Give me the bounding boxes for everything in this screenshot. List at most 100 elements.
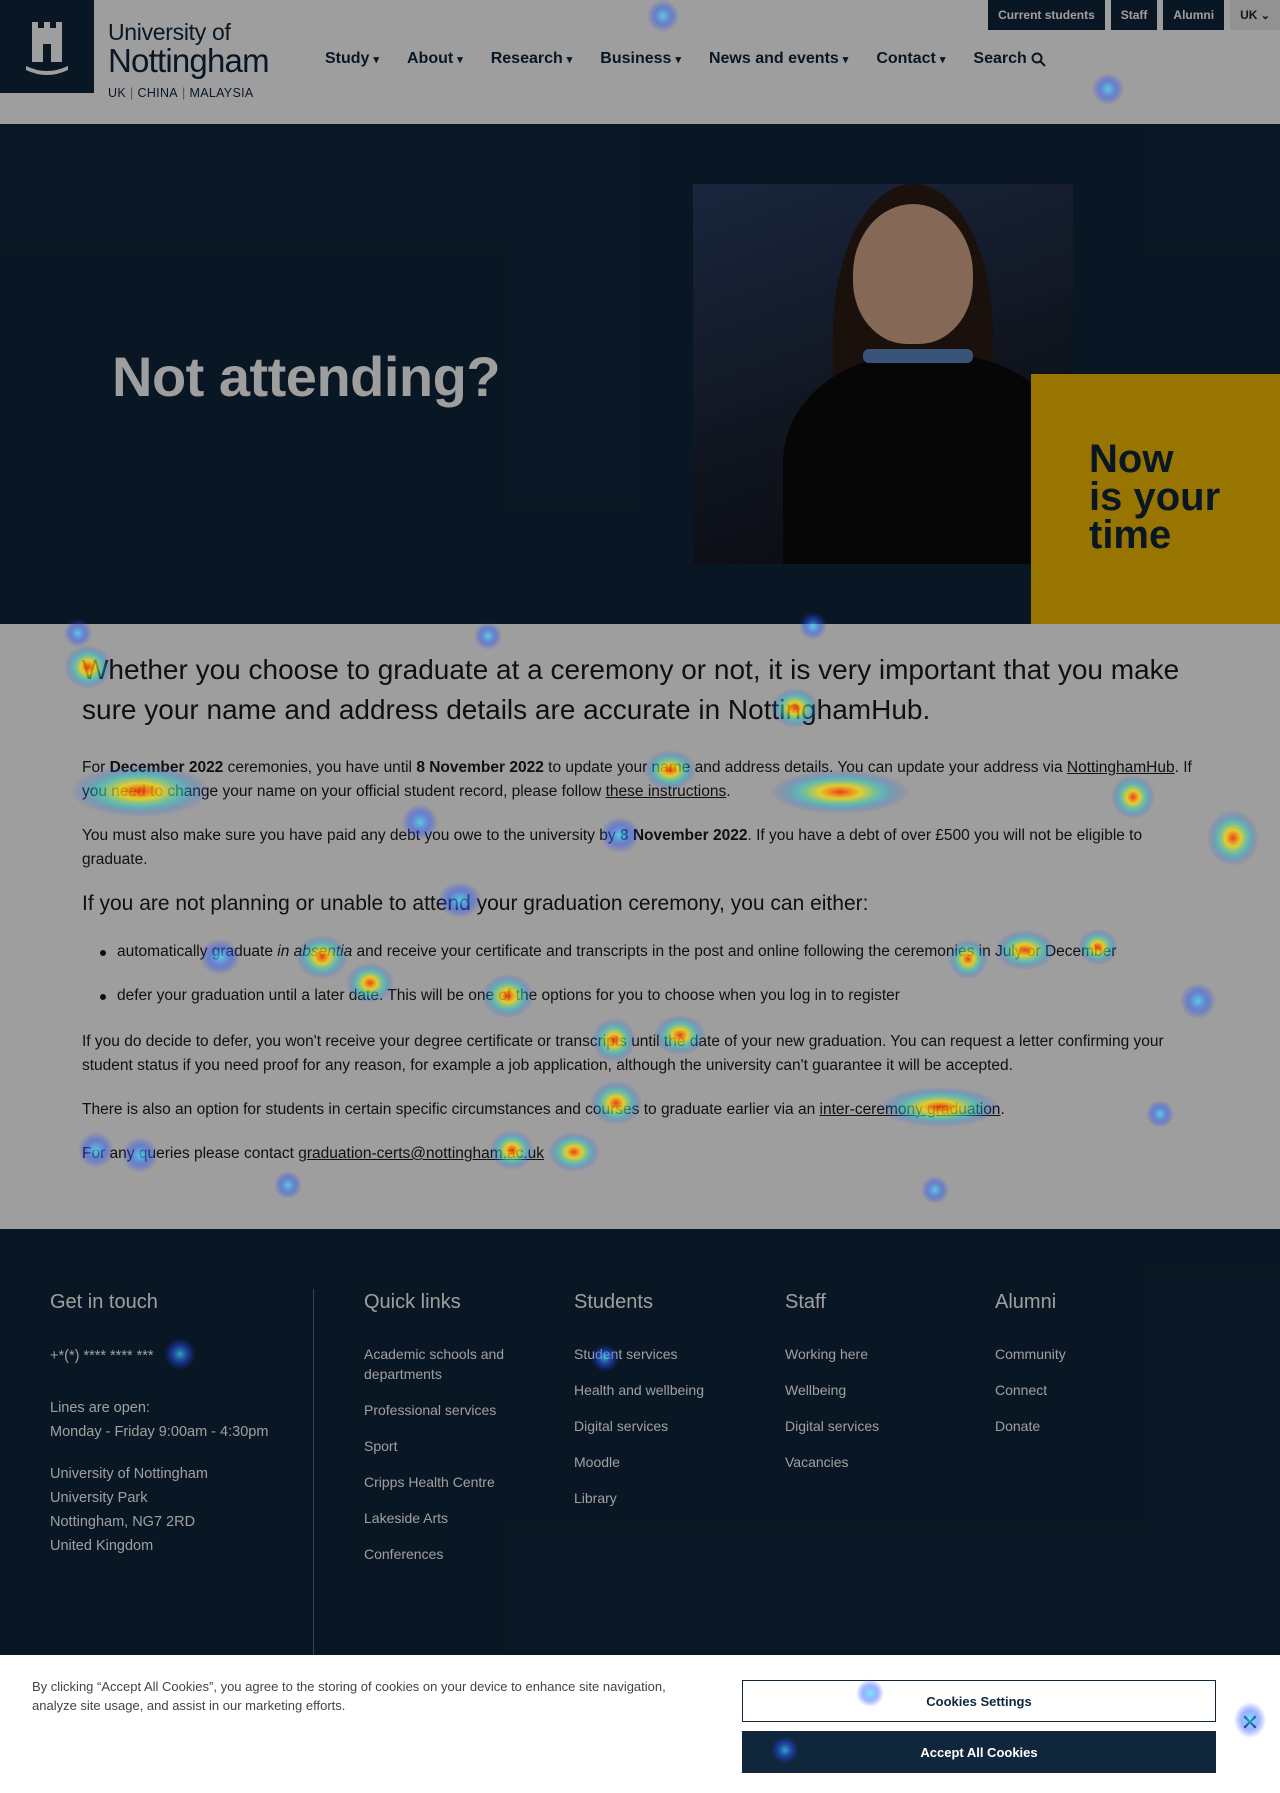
- footer-link[interactable]: Professional services: [364, 1400, 534, 1420]
- nav-label: Study: [325, 50, 370, 67]
- photo-face: [853, 204, 973, 344]
- university-wordmark[interactable]: University of Nottingham UK | CHINA | MALAYS…: [108, 19, 270, 100]
- campaign-slogan: Now is your time: [1089, 437, 1269, 557]
- footer-link[interactable]: Digital services: [785, 1416, 965, 1436]
- footer-divider: [313, 1289, 314, 1689]
- logo-campuses: UK | CHINA | MALAYSIA: [108, 86, 254, 100]
- footer-alumni: Alumni Community Connect Donate: [995, 1291, 1175, 1452]
- slogan-line-2: is your: [1089, 475, 1221, 519]
- campus-malaysia: MALAYSIA: [189, 86, 254, 100]
- footer-link[interactable]: Cripps Health Centre: [364, 1472, 534, 1492]
- footer-link[interactable]: Library: [574, 1488, 764, 1508]
- photo-hood: [863, 349, 973, 363]
- name-change-instructions-link[interactable]: these instructions: [606, 783, 727, 800]
- bold-text: 8 November 2022: [416, 759, 544, 776]
- photo-gown: [783, 354, 1073, 564]
- footer-heading: Quick links: [364, 1291, 461, 1313]
- footer-get-in-touch: Get in touch +*(*) **** **** *** Lines a…: [50, 1291, 290, 1558]
- footer-heading: Get in touch: [50, 1291, 158, 1313]
- footer-link[interactable]: Community: [995, 1344, 1175, 1364]
- inter-ceremony-link[interactable]: inter-ceremony graduation: [820, 1101, 1001, 1118]
- footer-link[interactable]: Student services: [574, 1344, 764, 1364]
- logo-line-1: University of: [108, 19, 231, 45]
- nav-contact[interactable]: Contact ▾: [876, 50, 945, 68]
- footer-link[interactable]: Moodle: [574, 1452, 764, 1472]
- alumni-link[interactable]: Alumni: [1163, 0, 1225, 30]
- footer-heading: Staff: [785, 1291, 826, 1313]
- nav-research[interactable]: Research ▾: [491, 50, 573, 68]
- footer-link[interactable]: Wellbeing: [785, 1380, 965, 1400]
- footer-heading: Alumni: [995, 1291, 1057, 1313]
- list-item: automatically graduate in absentia and r…: [82, 940, 1202, 964]
- inter-ceremony-paragraph: There is also an option for students in …: [82, 1098, 1202, 1122]
- chevron-down-icon: ▾: [939, 53, 946, 66]
- audience-topbar: Current students Staff Alumni UK ⌄: [988, 0, 1280, 30]
- campus-uk: UK: [108, 86, 126, 100]
- footer-link[interactable]: Sport: [364, 1436, 534, 1456]
- graduate-photo: [693, 184, 1073, 564]
- cookies-settings-button[interactable]: Cookies Settings: [742, 1680, 1216, 1722]
- address-line: United Kingdom: [50, 1538, 154, 1554]
- opening-hours: Monday - Friday 9:00am - 4:30pm: [50, 1424, 269, 1440]
- nav-search[interactable]: Search: [973, 50, 1046, 68]
- hero-banner: Not attending? Now is your time: [0, 124, 1280, 624]
- text: .: [726, 783, 731, 800]
- footer-quick-links: Quick links Academic schools and departm…: [364, 1291, 534, 1580]
- text: For: [82, 759, 110, 776]
- footer-heading: Students: [574, 1291, 653, 1313]
- accept-all-cookies-button[interactable]: Accept All Cookies: [742, 1731, 1216, 1773]
- queries-paragraph: For any queries please contact graduatio…: [82, 1142, 1202, 1166]
- bullet: [100, 950, 106, 956]
- footer-link[interactable]: Lakeside Arts: [364, 1508, 534, 1528]
- nav-study[interactable]: Study ▾: [325, 50, 379, 68]
- footer-link[interactable]: Health and wellbeing: [574, 1380, 764, 1400]
- footer-link[interactable]: Academic schools and departments: [364, 1344, 534, 1384]
- footer-link[interactable]: Digital services: [574, 1416, 764, 1436]
- text: ceremonies, you have until: [223, 759, 417, 776]
- nav-label: About: [406, 50, 454, 67]
- list-item: defer your graduation until a later date…: [82, 984, 1202, 1008]
- slogan-line-3: time: [1089, 513, 1172, 557]
- main-content: Whether you choose to graduate at a cere…: [0, 624, 1280, 1229]
- text: defer your graduation until a later date…: [117, 987, 900, 1004]
- staff-link[interactable]: Staff: [1110, 0, 1158, 30]
- nav-label: Contact: [876, 50, 936, 67]
- lines-open-label: Lines are open:: [50, 1400, 150, 1416]
- main-nav: Study ▾ About ▾ Research ▾ Business ▾ News a…: [325, 50, 1046, 68]
- phone-number[interactable]: +*(*) **** **** ***: [50, 1344, 290, 1368]
- nav-label: News and events: [708, 50, 839, 67]
- bold-text: 8 November 2022: [619, 827, 748, 844]
- region-label: UK: [1240, 8, 1258, 22]
- bullet: [100, 994, 106, 1000]
- footer-link[interactable]: Working here: [785, 1344, 965, 1364]
- region-selector[interactable]: UK ⌄: [1230, 0, 1280, 30]
- chevron-down-icon: ▾: [373, 53, 379, 66]
- cookie-banner: By clicking “Accept All Cookies”, you ag…: [0, 1655, 1280, 1793]
- footer-link[interactable]: Donate: [995, 1416, 1175, 1436]
- text: There is also an option for students in …: [82, 1101, 820, 1118]
- nottinghamhub-link[interactable]: NottinghamHub: [1067, 759, 1175, 776]
- nav-label: Search: [973, 50, 1027, 67]
- close-icon[interactable]: ✕: [1238, 1710, 1262, 1735]
- nav-business[interactable]: Business ▾: [600, 50, 681, 68]
- text: automatically graduate: [117, 943, 278, 960]
- graduation-email-link[interactable]: graduation-certs@nottingham.ac.uk: [298, 1145, 544, 1162]
- current-students-link[interactable]: Current students: [988, 0, 1105, 30]
- search-icon: [1031, 52, 1046, 67]
- university-crest-logo[interactable]: [0, 0, 94, 93]
- campus-china: CHINA: [137, 86, 178, 100]
- nav-about[interactable]: About ▾: [407, 50, 463, 68]
- footer-staff: Staff Working here Wellbeing Digital ser…: [785, 1291, 965, 1488]
- chevron-down-icon: ▾: [675, 53, 681, 66]
- footer-link[interactable]: Vacancies: [785, 1452, 965, 1472]
- chevron-down-icon: ▾: [566, 53, 573, 66]
- slogan-line-1: Now: [1089, 437, 1174, 481]
- nav-news-and-events[interactable]: News and events ▾: [709, 50, 848, 68]
- site-header: University of Nottingham UK | CHINA | MALAYS…: [0, 0, 1280, 124]
- chevron-down-icon: ⌄: [1260, 10, 1270, 22]
- page-title: Not attending?: [112, 345, 501, 408]
- footer-link[interactable]: Conferences: [364, 1544, 534, 1564]
- cookie-message: By clicking “Accept All Cookies”, you ag…: [32, 1679, 666, 1713]
- footer-link[interactable]: Connect: [995, 1380, 1175, 1400]
- text: and receive your certificate and transcr…: [352, 943, 1117, 960]
